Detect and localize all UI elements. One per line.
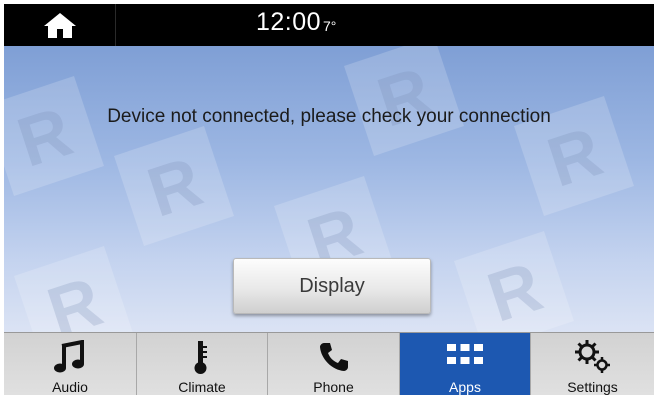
phone-icon [319,343,348,371]
nav-apps[interactable]: Apps [400,333,530,395]
svg-text:R: R [478,247,550,332]
nav-label-phone: Phone [313,379,354,395]
main-panel: R R R R R R R Device not connected, plea… [4,46,654,332]
apps-grid-icon [447,344,483,364]
nav-audio[interactable]: Audio [4,333,136,395]
nav-label-audio: Audio [52,379,88,395]
display-button[interactable]: Display [233,258,431,314]
nav-phone[interactable]: Phone [268,333,399,395]
nav-label-climate: Climate [178,379,226,395]
watermark-logo: R [14,246,133,332]
gears-icon [574,340,610,373]
connection-error-message: Device not connected, please check your … [107,106,551,127]
svg-text:R: R [138,142,210,232]
bottom-nav-bar: Audio Climate Phone Apps Settings [4,332,654,395]
nav-settings[interactable]: Settings [531,333,654,395]
outside-temperature: 7° [323,18,337,34]
infotainment-screen: 12:00 7° R R R R R R R Device not connec… [4,4,654,395]
watermark-logo: R [114,126,234,246]
home-button[interactable] [4,4,116,46]
status-bar: 12:00 7° [4,4,654,46]
home-icon [43,13,76,38]
nav-label-settings: Settings [567,379,618,395]
nav-climate[interactable]: Climate [137,333,267,395]
watermark-logo: R [4,76,104,196]
watermark-logo: R [454,231,574,332]
nav-label-apps: Apps [449,379,481,395]
music-note-icon [54,340,84,373]
clock: 12:00 [256,8,322,36]
thermometer-icon [194,341,207,374]
svg-text:R: R [38,262,110,332]
